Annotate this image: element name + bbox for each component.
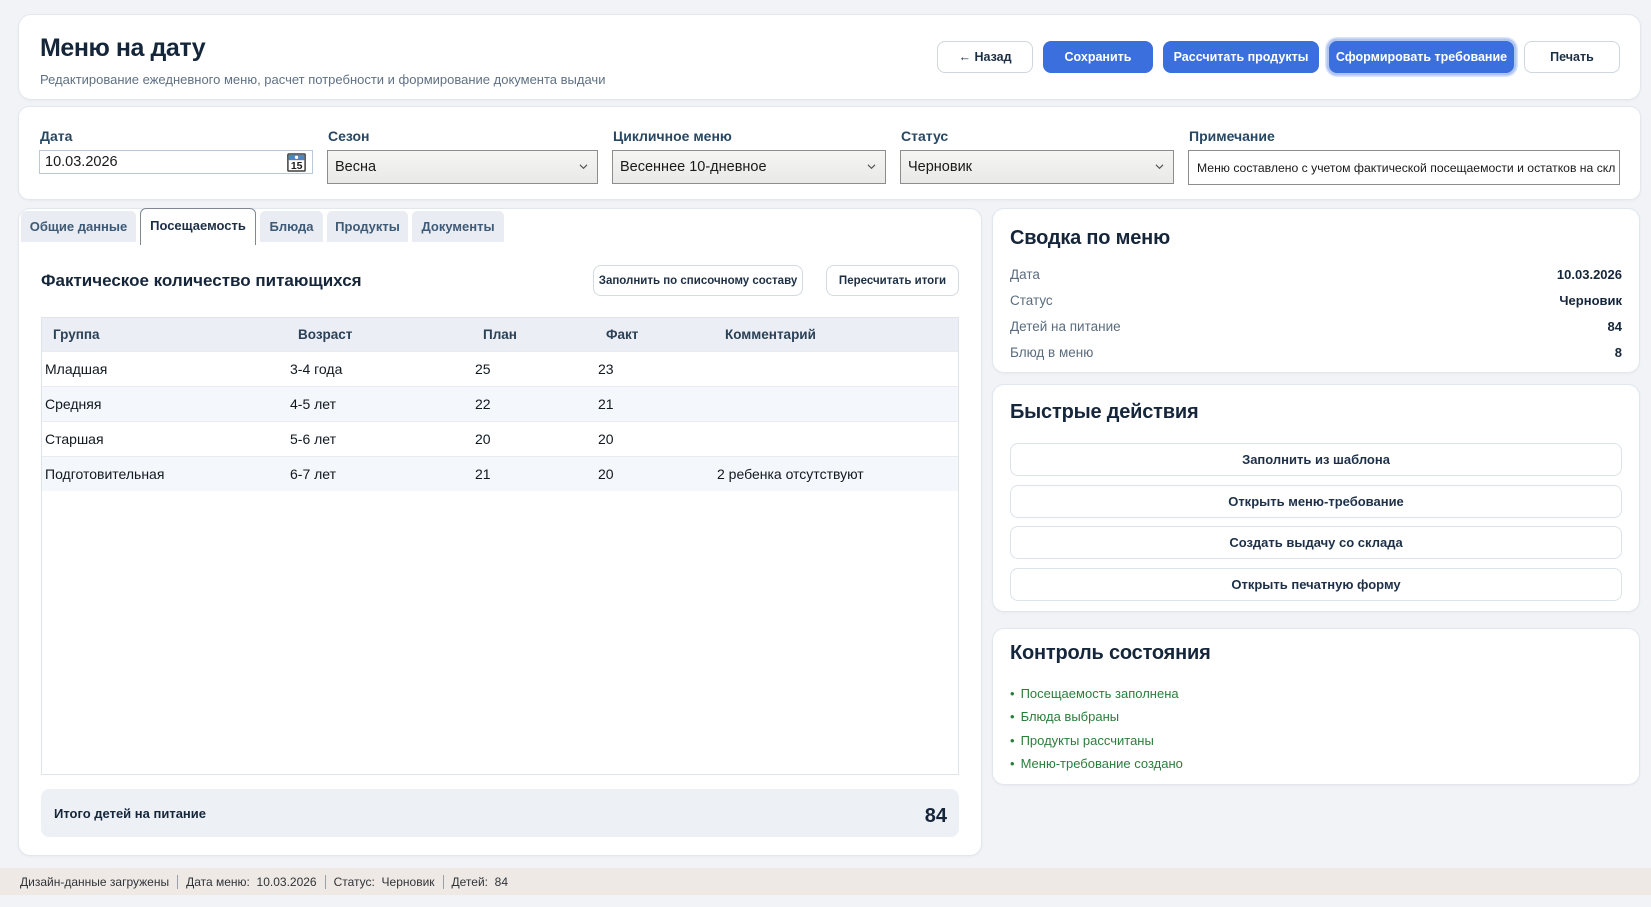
svg-text:15: 15 xyxy=(291,160,303,172)
